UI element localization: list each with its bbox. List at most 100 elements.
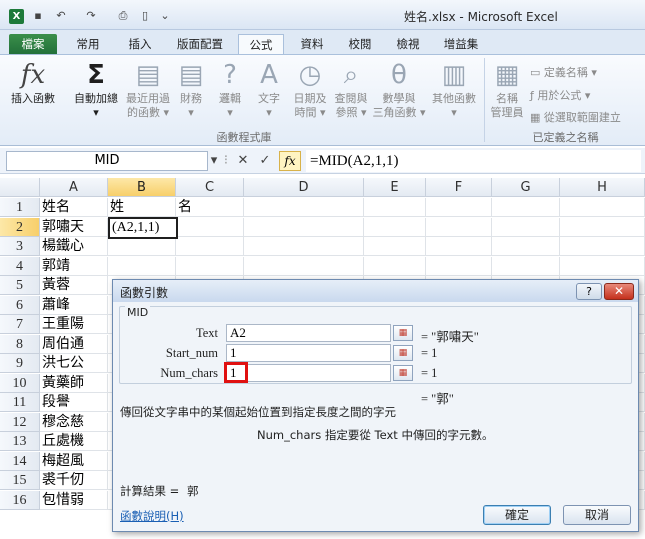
cell-a11[interactable]: 段譽 (40, 393, 108, 412)
row-header-10[interactable]: 10 (0, 374, 40, 393)
row-header-14[interactable]: 14 (0, 452, 40, 471)
ok-button[interactable]: 確定 (483, 505, 551, 525)
tab-addins[interactable]: 增益集 (436, 34, 486, 54)
excel-app-icon[interactable]: X (9, 9, 24, 24)
row-header-3[interactable]: 3 (0, 237, 40, 256)
column-header-f[interactable]: F (426, 178, 492, 197)
cell-h2[interactable] (560, 218, 645, 237)
row-header-12[interactable]: 12 (0, 413, 40, 432)
row-header-16[interactable]: 16 (0, 491, 40, 510)
arg-input-num-chars[interactable]: 1 (226, 364, 391, 382)
function-help-link[interactable]: 函數說明(H) (120, 508, 184, 524)
cell-d3[interactable] (244, 237, 364, 256)
logical-button[interactable]: ? 邏輯 ▾ (213, 60, 247, 120)
use-in-formula-button[interactable]: ƒ 用於公式 ▾ (530, 87, 590, 103)
cell-g3[interactable] (492, 237, 560, 256)
create-from-selection-button[interactable]: ▦ 從選取範圍建立 (530, 109, 621, 125)
cancel-entry-button[interactable]: ✕ (234, 152, 252, 170)
row-header-1[interactable]: 1 (0, 198, 40, 217)
text-functions-button[interactable]: A 文字 ▾ (252, 60, 286, 120)
cell-a13[interactable]: 丘處機 (40, 432, 108, 451)
cell-c1[interactable]: 名 (176, 198, 244, 217)
tab-page-layout[interactable]: 版面配置 (170, 34, 230, 54)
cell-e4[interactable] (364, 257, 426, 276)
formula-input[interactable]: =MID(A2,1,1) (306, 150, 641, 172)
tab-home[interactable]: 常用 (66, 34, 110, 54)
enter-entry-button[interactable]: ✓ (256, 152, 274, 170)
tab-file[interactable]: 檔案 (9, 34, 57, 54)
cell-a2[interactable]: 郭嘯天 (40, 218, 108, 237)
redo-icon[interactable]: ↷ (84, 9, 98, 23)
cell-a6[interactable]: 蕭峰 (40, 296, 108, 315)
cell-a12[interactable]: 穆念慈 (40, 413, 108, 432)
cell-a3[interactable]: 楊鐵心 (40, 237, 108, 256)
cell-a8[interactable]: 周伯通 (40, 335, 108, 354)
dialog-title-bar[interactable] (113, 280, 638, 302)
insert-function-fx-icon[interactable]: fx (279, 151, 301, 171)
cell-a14[interactable]: 梅超風 (40, 452, 108, 471)
cell-a9[interactable]: 洪七公 (40, 354, 108, 373)
cell-e1[interactable] (364, 198, 426, 217)
row-header-6[interactable]: 6 (0, 296, 40, 315)
undo-icon[interactable]: ↶ (54, 9, 68, 23)
cell-d4[interactable] (244, 257, 364, 276)
datetime-button[interactable]: ◷ 日期及 時間 ▾ (290, 60, 330, 120)
cell-d1[interactable] (244, 198, 364, 217)
dialog-close-button[interactable]: ✕ (604, 283, 634, 300)
cell-h1[interactable] (560, 198, 645, 217)
cancel-button[interactable]: 取消 (563, 505, 631, 525)
define-name-button[interactable]: ▭ 定義名稱 ▾ (530, 64, 597, 80)
recent-functions-button[interactable]: ▤ 最近用過 的函數 ▾ (124, 60, 172, 120)
collapse-dialog-icon[interactable]: ▦ (393, 345, 413, 361)
column-header-c[interactable]: C (176, 178, 244, 197)
cell-a10[interactable]: 黃藥師 (40, 374, 108, 393)
insert-function-button[interactable]: fx 插入函數 (8, 60, 58, 106)
select-all-corner[interactable] (0, 178, 40, 197)
tab-formulas[interactable]: 公式 (238, 34, 284, 54)
collapse-dialog-icon[interactable]: ▦ (393, 365, 413, 381)
new-icon[interactable]: ▯ (138, 9, 152, 23)
arg-input-start-num[interactable]: 1 (226, 344, 391, 362)
cell-b4[interactable] (108, 257, 176, 276)
name-manager-button[interactable]: ▦ 名稱 管理員 (488, 60, 526, 120)
cell-e3[interactable] (364, 237, 426, 256)
lookup-button[interactable]: ⌕ 查閱與 參照 ▾ (331, 60, 371, 120)
column-header-a[interactable]: A (40, 178, 108, 197)
column-header-g[interactable]: G (492, 178, 560, 197)
cell-f4[interactable] (426, 257, 492, 276)
cell-a4[interactable]: 郭靖 (40, 257, 108, 276)
autosum-button[interactable]: Σ 自動加總 ▾ (70, 60, 122, 120)
name-box[interactable]: MID (6, 151, 208, 171)
math-trig-button[interactable]: θ 數學與 三角函數 ▾ (372, 60, 426, 120)
column-header-e[interactable]: E (364, 178, 426, 197)
cell-a15[interactable]: 裘千仞 (40, 471, 108, 490)
row-header-13[interactable]: 13 (0, 432, 40, 451)
cell-a1[interactable]: 姓名 (40, 198, 108, 217)
more-functions-button[interactable]: ▥ 其他函數 ▾ (428, 60, 480, 120)
row-header-7[interactable]: 7 (0, 315, 40, 334)
cell-a7[interactable]: 王重陽 (40, 315, 108, 334)
cell-f3[interactable] (426, 237, 492, 256)
column-header-b[interactable]: B (108, 178, 176, 197)
cell-d2[interactable] (244, 218, 364, 237)
row-header-11[interactable]: 11 (0, 393, 40, 412)
customize-icon[interactable]: ⌄ (158, 9, 172, 23)
row-header-2[interactable]: 2 (0, 218, 40, 237)
row-header-5[interactable]: 5 (0, 276, 40, 295)
tab-view[interactable]: 檢視 (388, 34, 428, 54)
collapse-dialog-icon[interactable]: ▦ (393, 325, 413, 341)
tab-data[interactable]: 資料 (290, 34, 334, 54)
row-header-9[interactable]: 9 (0, 354, 40, 373)
cell-e2[interactable] (364, 218, 426, 237)
tab-insert[interactable]: 插入 (118, 34, 162, 54)
save-icon[interactable]: ▪ (31, 9, 45, 23)
arg-input-text[interactable]: A2 (226, 324, 391, 342)
cell-h4[interactable] (560, 257, 645, 276)
cell-f1[interactable] (426, 198, 492, 217)
cell-c3[interactable] (176, 237, 244, 256)
print-preview-icon[interactable]: ⎙ (116, 9, 130, 23)
splitter-icon[interactable]: ⁝ (222, 152, 230, 170)
cell-f2[interactable] (426, 218, 492, 237)
cell-g4[interactable] (492, 257, 560, 276)
row-header-15[interactable]: 15 (0, 471, 40, 490)
